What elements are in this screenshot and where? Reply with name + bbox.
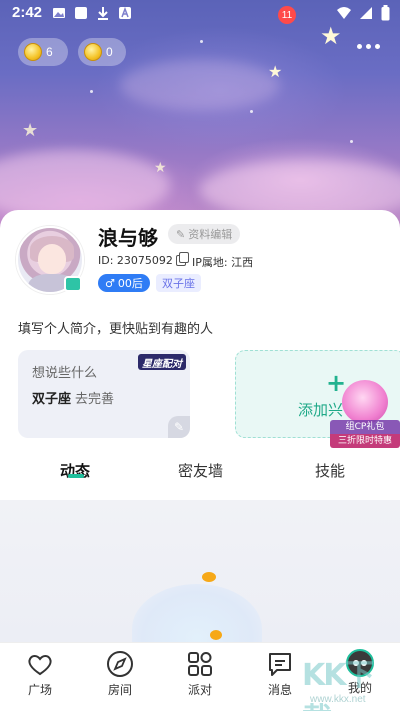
- male-icon: ♂: [105, 276, 115, 290]
- star-balance-pill[interactable]: 6: [18, 38, 68, 66]
- nav-messages-label: 消息: [267, 683, 292, 697]
- age-tag-label: 00后: [117, 277, 143, 290]
- gold-coin-icon: [84, 43, 102, 61]
- user-id[interactable]: ID: 23075092: [98, 252, 189, 267]
- nav-square[interactable]: 广场: [10, 649, 70, 698]
- status-icons: [52, 6, 132, 20]
- user-id-text: ID: 23075092: [98, 254, 173, 267]
- active-tab-indicator: [68, 474, 84, 478]
- zodiac-match-badge: 星座配对: [138, 354, 186, 370]
- decor-ball: [202, 572, 216, 582]
- nav-rooms-label: 房间: [107, 683, 132, 697]
- messages-badge: 11: [278, 6, 296, 24]
- more-menu-button[interactable]: [357, 44, 380, 49]
- tab-skills[interactable]: 技能: [315, 460, 345, 481]
- status-right: [337, 5, 390, 21]
- copy-icon[interactable]: [175, 252, 189, 266]
- star-decor: ★: [320, 22, 342, 50]
- gift-caption-2: 三折限时特惠: [330, 434, 400, 448]
- grid-icon: [188, 652, 212, 676]
- avatar-face: [38, 244, 66, 274]
- star-decor: ★: [268, 62, 283, 81]
- edit-profile-button[interactable]: ✎ 资料编辑: [168, 224, 241, 244]
- star-balance: 6: [46, 45, 53, 59]
- heart-icon: [28, 655, 52, 676]
- bio-placeholder[interactable]: 填写个人简介，更快贴到有趣的人: [18, 318, 213, 337]
- profile-tabs: 动态 密友墙 技能: [0, 458, 400, 498]
- tab-friend-wall[interactable]: 密友墙: [178, 460, 223, 481]
- star-coin-icon: [24, 43, 42, 61]
- sparkle: [250, 110, 253, 113]
- shop-icon[interactable]: [64, 276, 82, 292]
- nav-messages[interactable]: 消息: [250, 649, 310, 698]
- age-tag: ♂ 00后: [98, 274, 150, 292]
- signal-icon: [360, 7, 372, 19]
- compass-icon: [107, 651, 133, 677]
- complete-action[interactable]: 去完善: [75, 392, 114, 407]
- nav-square-label: 广场: [27, 683, 52, 697]
- battery-icon: [381, 5, 390, 21]
- star-decor: ★: [154, 160, 167, 176]
- font-icon: [119, 6, 131, 19]
- zodiac-line: 双子座 去完善: [32, 388, 114, 407]
- coin-balance: 0: [106, 45, 113, 59]
- profile-card: 浪与够 ✎ 资料编辑 ID: 23075092 IP属地: 江西 ♂ 00后 双…: [0, 210, 400, 500]
- sparkle: [350, 140, 353, 143]
- edit-icon[interactable]: ✎: [168, 416, 190, 438]
- more-dot: [375, 44, 380, 49]
- watermark-url: www.kkx.net: [310, 694, 366, 705]
- profile-cover[interactable]: ★ ★ ★ ★: [0, 0, 400, 245]
- pencil-icon: ✎: [176, 227, 186, 241]
- edit-profile-label: 资料编辑: [188, 228, 233, 241]
- say-something-prompt: 想说些什么: [32, 366, 98, 381]
- gift-caption-1: 组CP礼包: [330, 420, 400, 434]
- star-decor: ★: [22, 120, 39, 141]
- ip-location: IP属地: 江西: [192, 256, 254, 269]
- chat-icon: [269, 653, 291, 676]
- square-icon: [75, 7, 87, 19]
- user-name: 浪与够: [98, 226, 158, 250]
- cover-cloud: [120, 60, 280, 110]
- status-time: 2:42: [12, 4, 43, 21]
- coin-balance-pill[interactable]: 0: [78, 38, 126, 66]
- status-bar: 2:42: [0, 0, 400, 26]
- gift-icon: [342, 380, 388, 424]
- feed-empty-area: [0, 500, 400, 642]
- more-dot: [366, 44, 371, 49]
- nav-party[interactable]: 派对: [170, 649, 230, 698]
- nav-rooms[interactable]: 房间: [90, 649, 150, 698]
- download-icon: [98, 7, 108, 20]
- empty-illustration: [132, 584, 262, 642]
- image-icon: [53, 8, 65, 18]
- zodiac-tag: 双子座: [156, 274, 201, 292]
- sparkle: [90, 90, 93, 93]
- zodiac-match-card[interactable]: 想说些什么 双子座 去完善 星座配对 ✎: [18, 350, 190, 438]
- nav-party-label: 派对: [187, 683, 212, 697]
- cp-gift-promo[interactable]: 组CP礼包 三折限时特惠: [330, 380, 400, 450]
- decor-ball: [210, 630, 222, 640]
- sparkle: [200, 40, 203, 43]
- wifi-icon: [337, 7, 351, 19]
- more-dot: [357, 44, 362, 49]
- zodiac-name: 双子座: [32, 392, 72, 407]
